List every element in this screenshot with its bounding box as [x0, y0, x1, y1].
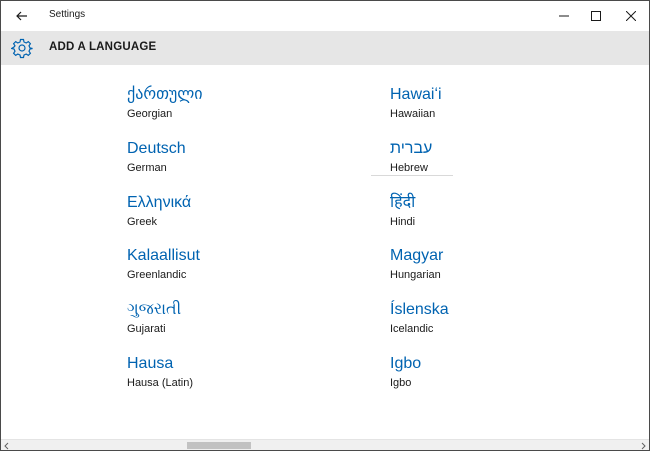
- language-native-name: Deutsch: [127, 140, 186, 157]
- gear-icon: [11, 38, 33, 59]
- language-native-name: Kalaallisut: [127, 247, 200, 264]
- language-english-name: Hebrew: [390, 162, 428, 174]
- close-icon: [626, 11, 636, 21]
- horizontal-scrollbar[interactable]: [1, 439, 649, 450]
- language-english-name: Hindi: [390, 216, 416, 228]
- language-native-name: Hausa: [127, 355, 174, 372]
- language-english-name: Igbo: [390, 377, 412, 389]
- language-item-icelandic[interactable]: Íslenska Icelandic: [390, 300, 449, 336]
- window-title: Settings: [49, 9, 86, 20]
- language-item-german[interactable]: Deutsch German: [127, 139, 186, 175]
- language-item-hebrew[interactable]: עברית Hebrew: [390, 139, 432, 175]
- language-item-georgian[interactable]: ქართული Georgian: [127, 85, 203, 121]
- back-arrow-icon: [16, 11, 27, 21]
- hover-divider: [371, 175, 453, 176]
- language-english-name: Greek: [127, 216, 157, 228]
- language-native-name: Ελληνικά: [127, 194, 192, 211]
- language-native-name: ქართული: [127, 86, 203, 103]
- language-english-name: Hawaiian: [390, 108, 436, 120]
- language-item-hindi[interactable]: हिंदी Hindi: [390, 193, 415, 229]
- close-button[interactable]: [614, 1, 648, 31]
- language-english-name: Icelandic: [390, 323, 434, 335]
- language-english-name: Greenlandic: [127, 269, 187, 281]
- language-english-name: Hausa (Latin): [127, 377, 194, 389]
- language-native-name: Íslenska: [390, 301, 449, 318]
- scrollbar-thumb[interactable]: [187, 442, 251, 449]
- language-english-name: Hungarian: [390, 269, 441, 281]
- minimize-icon: [559, 15, 569, 17]
- language-native-name: Igbo: [390, 355, 422, 372]
- language-native-name: Hawaiʻi: [390, 86, 442, 103]
- language-item-hungarian[interactable]: Magyar Hungarian: [390, 246, 443, 282]
- language-item-hausa[interactable]: Hausa Hausa (Latin): [127, 354, 193, 390]
- language-native-name: עברית: [390, 140, 433, 157]
- back-button[interactable]: [5, 1, 39, 31]
- page-title: ADD A LANGUAGE: [49, 41, 157, 53]
- language-item-greenlandic[interactable]: Kalaallisut Greenlandic: [127, 246, 200, 282]
- language-item-hawaiian[interactable]: Hawaiʻi Hawaiian: [390, 85, 442, 121]
- language-item-greek[interactable]: Ελληνικά Greek: [127, 193, 191, 229]
- language-native-name: ગુજરાતી: [127, 301, 182, 318]
- settings-window: Settings ADD A LANGUAGE ქართული Georgian…: [0, 0, 650, 451]
- language-native-name: Magyar: [390, 247, 444, 264]
- language-item-gujarati[interactable]: ગુજરાતી Gujarati: [127, 300, 181, 336]
- language-english-name: Georgian: [127, 108, 173, 120]
- language-native-name: हिंदी: [390, 194, 416, 211]
- language-english-name: German: [127, 162, 167, 174]
- minimize-button[interactable]: [547, 1, 581, 31]
- maximize-icon: [591, 11, 601, 21]
- page-header: ADD A LANGUAGE: [1, 31, 649, 65]
- maximize-button[interactable]: [579, 1, 613, 31]
- scroll-left-icon[interactable]: [3, 442, 11, 450]
- title-bar: Settings: [1, 1, 649, 31]
- language-list: ქართული Georgian Deutsch German Ελληνικά…: [1, 65, 649, 439]
- language-item-igbo[interactable]: Igbo Igbo: [390, 354, 421, 390]
- language-english-name: Gujarati: [127, 323, 166, 335]
- scroll-right-icon[interactable]: [639, 442, 647, 450]
